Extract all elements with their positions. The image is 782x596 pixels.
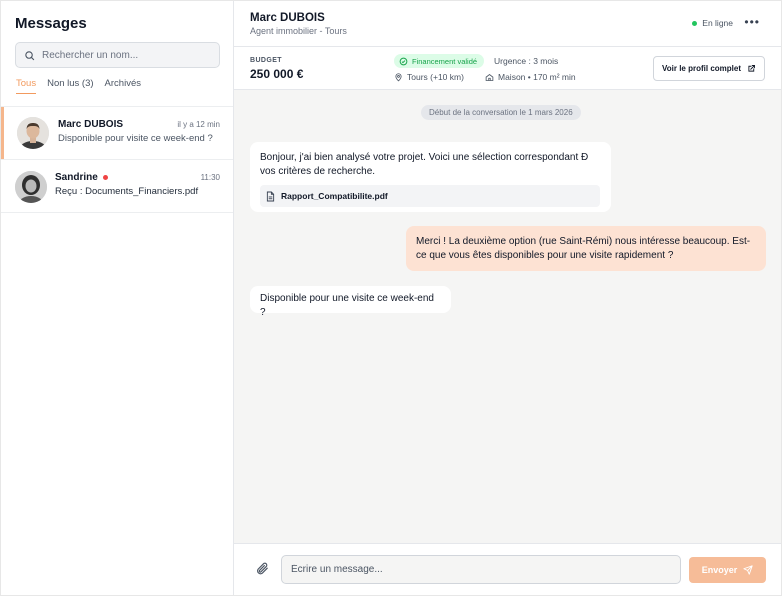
- tab-non-lus[interactable]: Non lus (3): [47, 78, 93, 94]
- view-profile-label: Voir le profil complet: [662, 64, 741, 73]
- search-box[interactable]: [15, 42, 220, 68]
- conversation-item[interactable]: Sandrine 11:30 Reçu : Documents_Financie…: [1, 160, 233, 213]
- search-icon: [25, 50, 35, 60]
- location: Tours (+10 km): [394, 72, 464, 82]
- conversation-header: Marc DUBOIS Agent immobilier - Tours En …: [234, 1, 781, 47]
- external-link-icon: [748, 65, 755, 72]
- send-button-label: Envoyer: [701, 565, 738, 575]
- budget-value: 250 000 €: [250, 67, 304, 81]
- message-thread: Début de la conversation le 1 mars 2026 …: [234, 90, 781, 543]
- conversation-panel: Marc DUBOIS Agent immobilier - Tours En …: [234, 1, 781, 595]
- avatar: [15, 171, 47, 203]
- messaging-app: Messages Tous Non lus (3) Archivés: [0, 0, 782, 596]
- conversation-list: Marc DUBOIS il y a 12 min Disponible pou…: [1, 106, 233, 213]
- home-icon: [485, 73, 494, 81]
- message-text: Bonjour, j'ai bien analysé votre projet.…: [260, 152, 589, 177]
- urgency: Urgence : 3 mois: [494, 56, 559, 66]
- tab-tous[interactable]: Tous: [16, 78, 37, 94]
- attachment[interactable]: Rapport_Compatibilite.pdf: [260, 185, 600, 207]
- view-profile-button[interactable]: Voir le profil complet: [653, 56, 765, 81]
- message-composer: Envoyer: [234, 543, 781, 595]
- conversation-time: 11:30: [200, 173, 220, 182]
- conversation-preview: Reçu : Documents_Financiers.pdf: [55, 186, 199, 197]
- online-status-label: En ligne: [702, 18, 733, 28]
- property-type: Maison • 170 m² min: [485, 72, 576, 82]
- financing-badge: Financement validé: [394, 54, 485, 68]
- budget-label: BUDGET: [250, 57, 282, 64]
- date-divider: Début de la conversation le 1 mars 2026: [421, 105, 581, 120]
- filter-tabs: Tous Non lus (3) Archivés: [16, 78, 141, 94]
- contact-subtitle: Agent immobilier - Tours: [250, 26, 347, 36]
- message-text: Merci ! La deuxième option (rue Saint-Ré…: [416, 236, 751, 261]
- message-incoming: Disponible pour une visite ce week-end ?: [250, 286, 451, 318]
- conversation-name: Marc DUBOIS: [58, 119, 124, 130]
- message-outgoing: Merci ! La deuxième option (rue Saint-Ré…: [406, 226, 766, 271]
- client-info-bar: BUDGET 250 000 € Financement validé Urge…: [234, 47, 781, 90]
- unread-indicator: [102, 175, 108, 180]
- map-pin-icon: [395, 72, 402, 81]
- avatar: [17, 117, 49, 149]
- conversation-name: Sandrine: [55, 172, 98, 183]
- online-dot-icon: [692, 20, 698, 26]
- conversation-preview: Disponible pour visite ce week-end ?: [58, 133, 213, 144]
- online-status: En ligne: [692, 18, 733, 28]
- more-options-icon[interactable]: •••: [744, 15, 760, 29]
- sidebar-title: Messages: [15, 15, 87, 32]
- send-icon: [743, 565, 753, 575]
- conversation-item[interactable]: Marc DUBOIS il y a 12 min Disponible pou…: [1, 107, 233, 160]
- tab-archives[interactable]: Archivés: [105, 78, 141, 94]
- send-button[interactable]: Envoyer: [689, 557, 766, 583]
- file-icon: [266, 191, 275, 201]
- attachment-name: Rapport_Compatibilite.pdf: [281, 191, 388, 201]
- message-text: Disponible pour une visite ce week-end ?: [260, 293, 434, 318]
- conversation-name-row: Sandrine: [55, 172, 108, 183]
- message-incoming: Bonjour, j'ai bien analysé votre projet.…: [250, 142, 611, 212]
- conversation-time: il y a 12 min: [177, 120, 220, 129]
- paperclip-icon[interactable]: [255, 561, 269, 576]
- financing-badge-label: Financement validé: [412, 56, 478, 66]
- message-input[interactable]: [281, 555, 681, 584]
- check-circle-icon: [399, 57, 408, 65]
- sidebar: Messages Tous Non lus (3) Archivés: [1, 1, 234, 595]
- location-label: Tours (+10 km): [407, 72, 464, 82]
- property-type-label: Maison • 170 m² min: [498, 72, 576, 82]
- contact-name: Marc DUBOIS: [250, 12, 325, 24]
- search-input[interactable]: [42, 49, 212, 61]
